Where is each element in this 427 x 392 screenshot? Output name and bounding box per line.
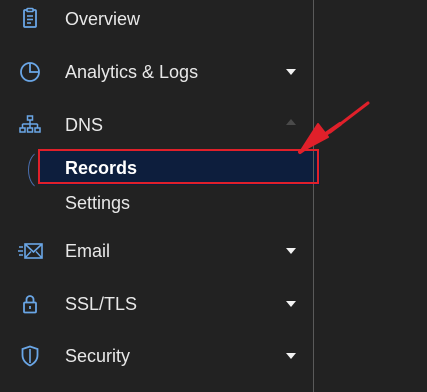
pie-chart-icon	[18, 60, 42, 84]
sidebar-item-overview[interactable]: Overview	[0, 0, 313, 44]
lock-icon	[18, 292, 42, 316]
sidebar-nav: Overview Analytics & Logs DNS Records Se…	[0, 0, 320, 392]
clipboard-icon	[18, 6, 42, 30]
sidebar-item-label: SSL/TLS	[65, 294, 138, 314]
sidebar-item-label: Security	[65, 346, 131, 366]
sidebar-divider	[313, 0, 314, 392]
chevron-down-icon[interactable]	[286, 69, 296, 75]
sidebar-item-dns[interactable]: DNS	[0, 103, 313, 147]
chevron-down-icon[interactable]	[286, 301, 296, 307]
sidebar-item-analytics-logs[interactable]: Analytics & Logs	[0, 50, 313, 94]
sidebar-subitem-settings[interactable]: Settings	[40, 186, 320, 220]
sidebar-item-label: DNS	[65, 115, 104, 135]
email-icon	[18, 239, 43, 263]
chevron-down-icon[interactable]	[286, 353, 296, 359]
page: Overview Analytics & Logs DNS Records Se…	[0, 0, 427, 392]
sidebar-item-email[interactable]: Email	[0, 229, 313, 273]
sidebar-item-ssl-tls[interactable]: SSL/TLS	[0, 282, 313, 326]
chevron-down-icon[interactable]	[286, 248, 296, 254]
sidebar-item-label: Overview	[65, 9, 141, 29]
chevron-up-icon[interactable]	[286, 119, 296, 125]
sidebar-item-label: Email	[65, 241, 111, 261]
network-icon	[18, 113, 42, 137]
sidebar-item-label: Analytics & Logs	[65, 62, 199, 82]
sidebar-subitem-label: Records	[65, 158, 138, 178]
sidebar-subitem-label: Settings	[65, 193, 131, 213]
sidebar-subitem-records[interactable]: Records	[40, 151, 320, 185]
sidebar-item-security[interactable]: Security	[0, 334, 313, 378]
shield-icon	[18, 344, 42, 368]
